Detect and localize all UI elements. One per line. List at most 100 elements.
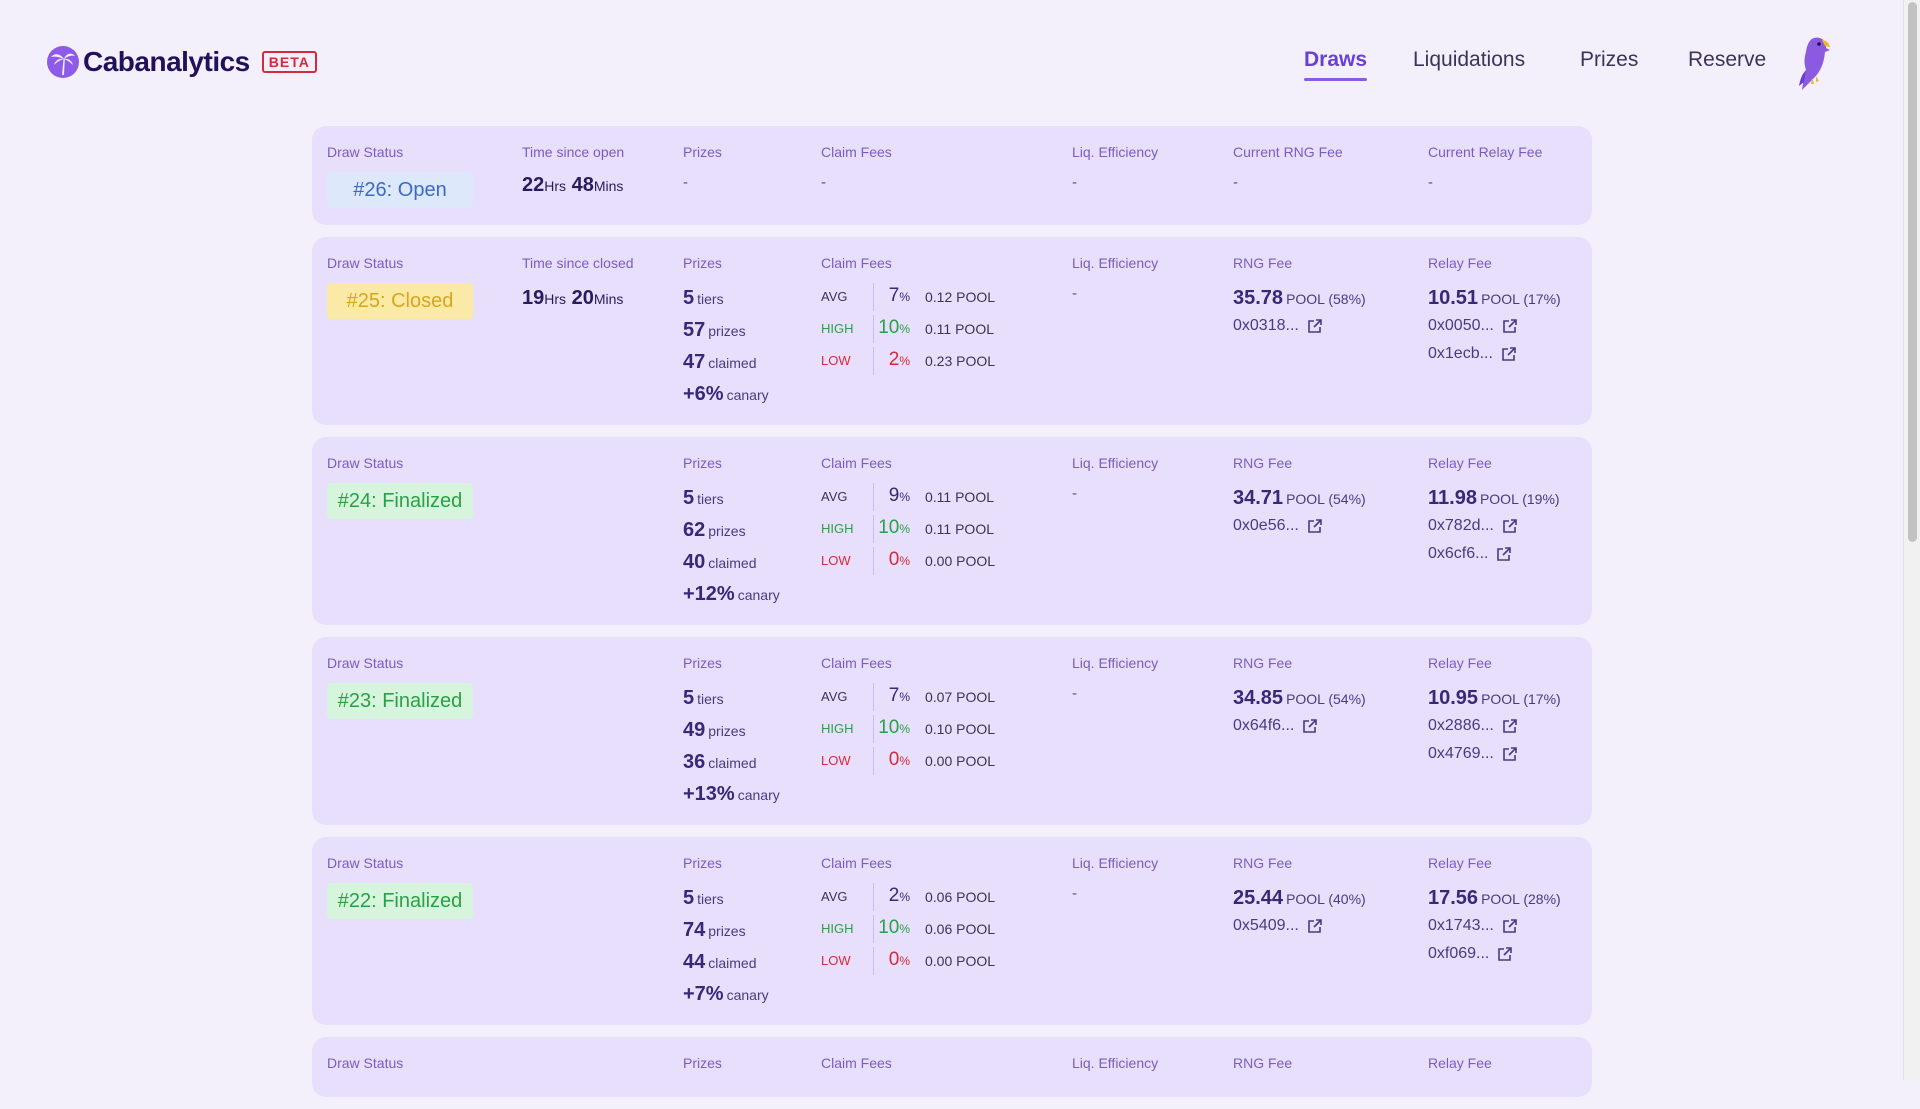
nav-reserve[interactable]: Reserve [1688,48,1766,72]
label-prizes: Prizes [683,1055,722,1071]
label-current-rng-fee: Current RNG Fee [1233,144,1343,160]
relay-fee-value: 17.56 POOL (28%) [1428,887,1561,909]
label-rng-fee: RNG Fee [1233,655,1293,671]
relay-tx-link[interactable]: 0x6cf6... [1428,545,1512,563]
draws-list: Draw Status Time since open Prizes Claim… [312,126,1592,1109]
claimed-count: 36 claimed [683,751,757,773]
status-badge[interactable]: #26: Open [327,172,473,208]
label-relay-fee: Relay Fee [1428,455,1492,471]
relay-tx-link[interactable]: 0xf069... [1428,945,1513,963]
rng-tx-link[interactable]: 0x0318... [1233,317,1323,335]
relay-tx-link[interactable]: 0x782d... [1428,517,1518,535]
draw-card-open: Draw Status Time since open Prizes Claim… [312,126,1592,225]
label-rng-fee: RNG Fee [1233,1055,1293,1071]
liq-efficiency-value: - [1072,885,1077,902]
time-since-closed: 19Hrs 20Mins [522,287,624,309]
relay-tx-link[interactable]: 0x4769... [1428,745,1518,763]
nav-draws[interactable]: Draws [1304,48,1368,81]
label-claim-fees: Claim Fees [821,255,892,271]
label-liq-efficiency: Liq. Efficiency [1072,855,1159,871]
relay-tx-link[interactable]: 0x2886... [1428,717,1518,735]
logo[interactable]: Cabanalytics BETA [47,46,317,78]
label-draw-status: Draw Status [327,255,404,271]
tiers-count: 5 tiers [683,887,724,909]
nav-liquidations[interactable]: Liquidations [1413,48,1525,72]
label-draw-status: Draw Status [327,455,404,471]
draw-card-finalized: Draw Status Prizes Claim Fees Liq. Effic… [312,437,1592,625]
rng-fee-value: - [1233,174,1238,191]
prizes-count: 62 prizes [683,519,746,541]
label-draw-status: Draw Status [327,655,404,671]
label-draw-status: Draw Status [327,144,404,160]
canary-value: +13% canary [683,783,780,805]
status-badge[interactable]: #23: Finalized [327,683,473,719]
label-relay-fee: Relay Fee [1428,655,1492,671]
label-rng-fee: RNG Fee [1233,455,1293,471]
label-claim-fees: Claim Fees [821,1055,892,1071]
label-claim-fees: Claim Fees [821,655,892,671]
label-liq-efficiency: Liq. Efficiency [1072,255,1159,271]
label-relay-fee: Relay Fee [1428,255,1492,271]
label-relay-fee: Relay Fee [1428,1055,1492,1071]
beta-badge: BETA [261,51,317,73]
claimed-count: 40 claimed [683,551,757,573]
relay-fee-value: - [1428,174,1433,191]
time-since-open: 22Hrs 48Mins [522,174,624,196]
rng-tx-link[interactable]: 0x0e56... [1233,517,1323,535]
scrollbar[interactable] [1903,0,1920,1080]
relay-tx-link[interactable]: 0x0050... [1428,317,1518,335]
prizes-count: 74 prizes [683,919,746,941]
claim-fees-value: - [821,174,826,191]
claimed-count: 47 claimed [683,351,757,373]
scrollbar-thumb[interactable] [1908,2,1917,542]
external-link-icon [1503,747,1517,761]
draw-card-finalized: Draw Status Prizes Claim Fees Liq. Effic… [312,837,1592,1025]
prizes-value: - [683,174,688,191]
label-time-since-open: Time since open [522,144,625,160]
label-current-relay-fee: Current Relay Fee [1428,144,1543,160]
external-link-icon [1503,519,1517,533]
external-link-icon [1308,919,1322,933]
external-link-icon [1497,547,1512,561]
liq-efficiency-value: - [1072,485,1077,502]
label-prizes: Prizes [683,855,722,871]
relay-fee-value: 10.95 POOL (17%) [1428,687,1561,709]
relay-tx-link[interactable]: 0x1743... [1428,917,1518,935]
claimed-count: 44 claimed [683,951,757,973]
liq-efficiency-value: - [1072,285,1077,302]
external-link-icon [1503,919,1517,933]
external-link-icon [1308,319,1322,333]
rng-fee-value: 35.78 POOL (58%) [1233,287,1366,309]
palm-tree-icon [47,46,79,78]
status-badge[interactable]: #22: Finalized [327,883,473,919]
label-claim-fees: Claim Fees [821,455,892,471]
draw-card-finalized: Draw Status Prizes Claim Fees Liq. Effic… [312,637,1592,825]
external-link-icon [1503,719,1517,733]
canary-value: +12% canary [683,583,780,605]
label-rng-fee: RNG Fee [1233,255,1293,271]
label-liq-efficiency: Liq. Efficiency [1072,144,1159,160]
external-link-icon [1503,319,1517,333]
relay-tx-link[interactable]: 0x1ecb... [1428,345,1517,363]
rng-fee-value: 25.44 POOL (40%) [1233,887,1366,909]
rng-fee-value: 34.71 POOL (54%) [1233,487,1366,509]
parrot-icon[interactable] [1792,34,1832,92]
label-rng-fee: RNG Fee [1233,855,1293,871]
app-name: Cabanalytics [83,46,250,77]
tiers-count: 5 tiers [683,687,724,709]
rng-tx-link[interactable]: 0x5409... [1233,917,1323,935]
header: Cabanalytics BETA Draws Liquidations Pri… [0,0,1904,126]
rng-tx-link[interactable]: 0x64f6... [1233,717,1318,735]
liq-efficiency-value: - [1072,174,1077,191]
tiers-count: 5 tiers [683,487,724,509]
prizes-count: 49 prizes [683,719,746,741]
status-badge[interactable]: #25: Closed [327,283,473,319]
nav-prizes[interactable]: Prizes [1580,48,1638,72]
relay-fee-value: 11.98 POOL (19%) [1428,487,1560,509]
label-liq-efficiency: Liq. Efficiency [1072,655,1159,671]
label-time-since-closed: Time since closed [522,255,634,271]
label-prizes: Prizes [683,255,722,271]
label-liq-efficiency: Liq. Efficiency [1072,1055,1159,1071]
status-badge[interactable]: #24: Finalized [327,483,473,519]
label-prizes: Prizes [683,655,722,671]
